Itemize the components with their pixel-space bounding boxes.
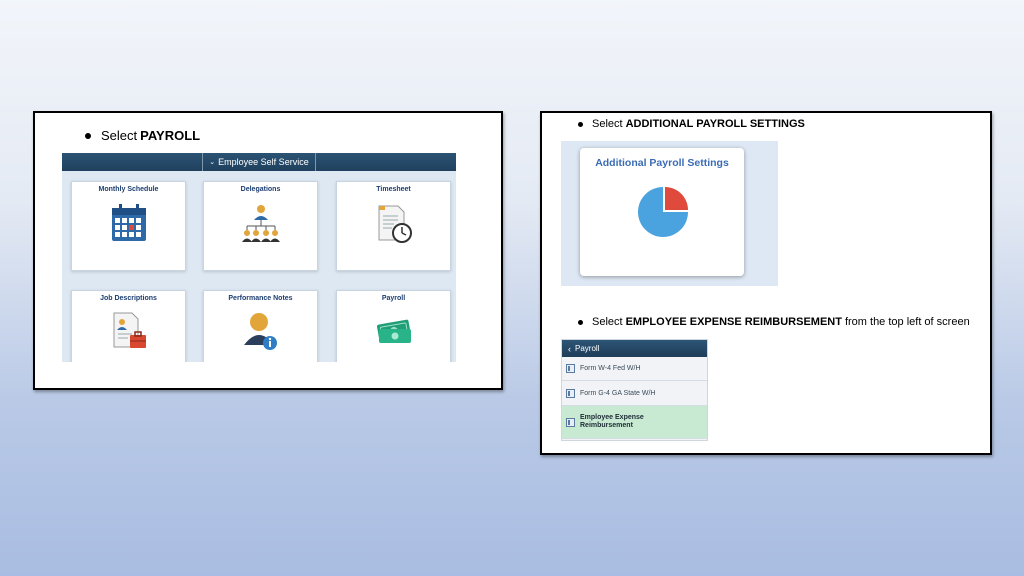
person-info-icon [243, 313, 277, 350]
calendar-icon [111, 204, 146, 241]
pie-chart-icon [638, 187, 688, 237]
chevron-down-icon: ⌄ [209, 159, 216, 166]
instruction-select-payroll: Select PAYROLL [85, 128, 200, 143]
tile-label: Performance Notes [228, 295, 293, 302]
tile-delegations[interactable]: Delegations [203, 181, 318, 271]
employee-self-service-screenshot: ⌄ Employee Self Service Monthly Schedule [62, 153, 456, 362]
instruction-emphasis: ADDITIONAL PAYROLL SETTINGS [625, 118, 805, 130]
tile-job-descriptions[interactable]: Job Descriptions [71, 290, 186, 362]
payroll-nav-screenshot: ‹ Payroll Form W-4 Fed W/H Form G-4 GA S… [561, 339, 708, 441]
tile-label: Additional Payroll Settings [595, 157, 729, 169]
form-icon [566, 417, 575, 427]
nav-item-label: Employee Expense Reimbursement [580, 414, 644, 429]
tile-label: Timesheet [376, 186, 411, 193]
right-instruction-panel: Select ADDITIONAL PAYROLL SETTINGS Addit… [540, 111, 992, 455]
nav-item-label: Form W-4 Fed W/H [580, 365, 641, 372]
tile-label: Monthly Schedule [98, 186, 159, 193]
ess-title: Employee Self Service [218, 157, 309, 167]
instruction-suffix: from the top left of screen [844, 316, 970, 328]
money-icon [376, 319, 411, 343]
job-description-briefcase-icon [113, 312, 146, 348]
tile-label: Payroll [381, 295, 406, 302]
instruction-prefix: Select [592, 118, 623, 130]
instruction-emphasis: EMPLOYEE EXPENSE REIMBURSEMENT [625, 316, 842, 328]
instruction-select-additional-payroll-settings: Select ADDITIONAL PAYROLL SETTINGS [578, 118, 805, 130]
back-label: Payroll [575, 344, 600, 353]
left-instruction-panel: Select PAYROLL ⌄ Employee Self Service M… [33, 111, 503, 390]
payroll-back-button[interactable]: ‹ Payroll [562, 340, 707, 357]
instruction-prefix: Select [101, 128, 138, 143]
tile-label: Job Descriptions [100, 295, 157, 302]
tile-additional-payroll-settings[interactable]: Additional Payroll Settings [580, 148, 744, 276]
tile-monthly-schedule[interactable]: Monthly Schedule [71, 181, 186, 271]
bullet-icon [578, 319, 583, 325]
instruction-emphasis: PAYROLL [140, 128, 201, 143]
bullet-icon [85, 132, 91, 139]
instruction-prefix: Select [592, 316, 623, 328]
nav-item-form-w4[interactable]: Form W-4 Fed W/H [562, 357, 707, 381]
nav-item-form-g4[interactable]: Form G-4 GA State W/H [562, 381, 707, 406]
tile-performance-notes[interactable]: Performance Notes [203, 290, 318, 362]
tile-payroll[interactable]: Payroll [336, 290, 451, 362]
nav-item-label: Form G-4 GA State W/H [580, 389, 656, 397]
instruction-select-employee-expense-reimbursement: Select EMPLOYEE EXPENSE REIMBURSEMENT fr… [578, 316, 970, 328]
nav-item-employee-expense-reimbursement[interactable]: Employee Expense Reimbursement [562, 406, 707, 439]
form-icon [566, 388, 575, 398]
header-divider [314, 153, 316, 171]
form-icon [566, 364, 575, 373]
tile-label: Delegations [240, 186, 281, 193]
ess-homepage-selector[interactable]: ⌄ Employee Self Service [203, 157, 314, 167]
timesheet-clock-icon [378, 205, 412, 243]
tile-timesheet[interactable]: Timesheet [336, 181, 451, 271]
chevron-left-icon: ‹ [568, 343, 571, 354]
org-chart-icon [241, 205, 280, 242]
ess-header-bar: ⌄ Employee Self Service [62, 153, 456, 171]
additional-payroll-settings-screenshot: Additional Payroll Settings [561, 141, 778, 286]
bullet-icon [578, 121, 583, 127]
